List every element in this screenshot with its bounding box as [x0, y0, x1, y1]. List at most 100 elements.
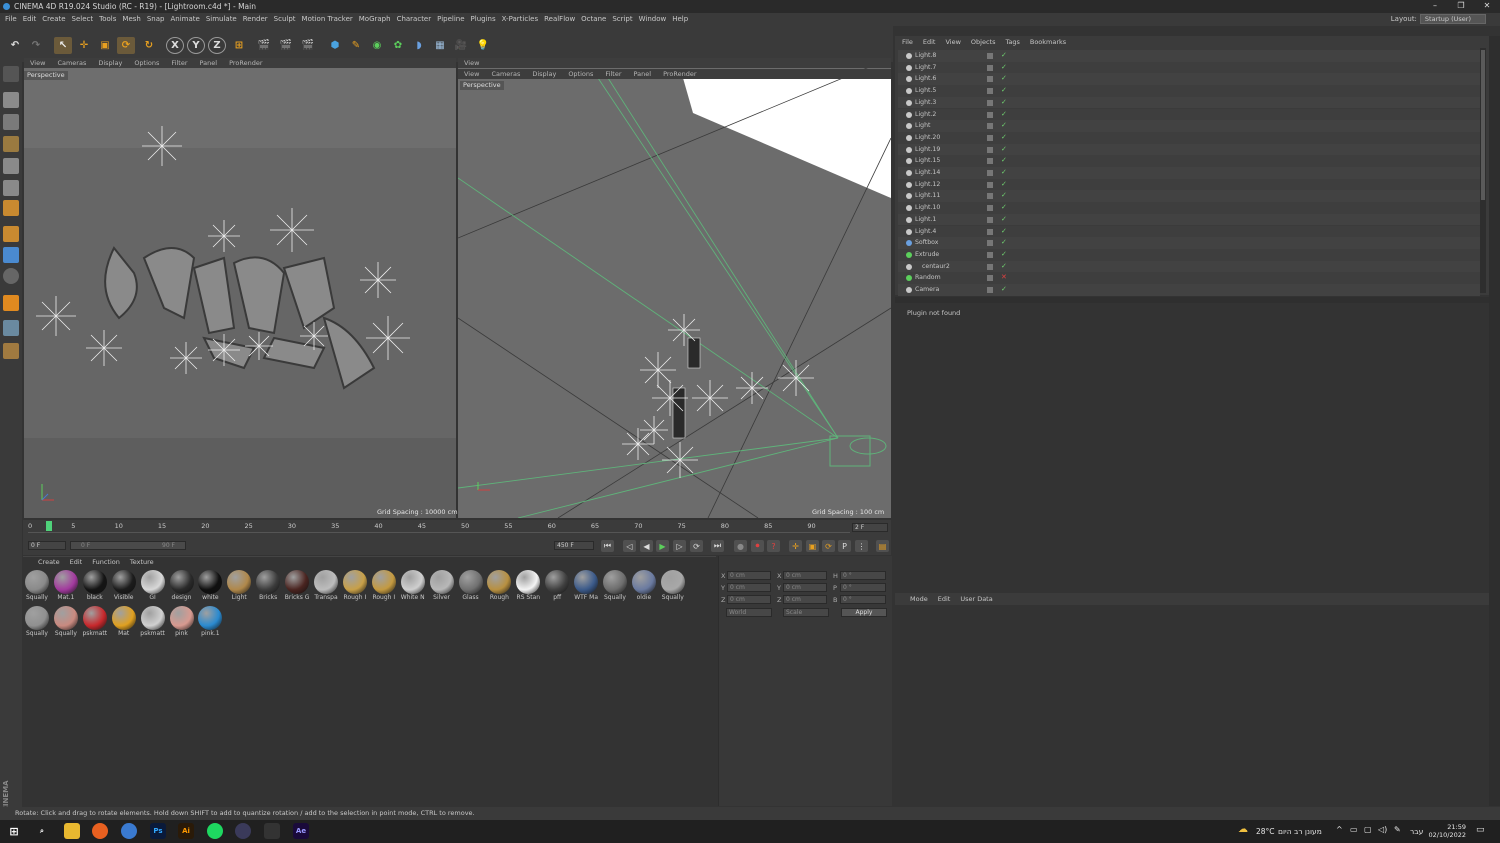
object-row[interactable]: Light.14 ✓	[898, 167, 1480, 179]
right-viewport-menu-display[interactable]: Display	[526, 69, 562, 79]
array-icon[interactable]: ✿	[389, 37, 407, 54]
material-swatch[interactable]: Light	[226, 570, 252, 602]
left-viewport-menu-options[interactable]: Options	[128, 58, 165, 68]
material-swatch[interactable]: white	[197, 570, 223, 602]
object-row[interactable]: Light.12 ✓	[898, 178, 1480, 191]
layer-visibility-icon[interactable]	[987, 158, 993, 165]
menu-file[interactable]: File	[4, 13, 22, 26]
material-swatch[interactable]: pink.1	[197, 606, 223, 638]
menu-sculpt[interactable]: Sculpt	[273, 13, 301, 26]
object-menu-edit[interactable]: Edit	[918, 37, 941, 47]
next-key-icon[interactable]: ⟳	[690, 540, 703, 552]
viewport-perspective-left[interactable]	[24, 58, 456, 518]
start-frame-field[interactable]: 0 F	[28, 541, 66, 550]
recent-tool-icon[interactable]: ↻	[140, 37, 158, 54]
object-row[interactable]: Light.19 ✓	[898, 143, 1480, 156]
points-mode-icon[interactable]	[3, 158, 19, 174]
enabled-check-icon[interactable]: ✓	[1001, 202, 1007, 213]
object-row[interactable]: Light.7 ✓	[898, 61, 1480, 74]
after-effects-icon[interactable]: Ae	[293, 823, 309, 839]
disabled-cross-icon[interactable]: ✕	[1001, 272, 1007, 283]
object-row[interactable]: Light ✓	[898, 120, 1480, 132]
rotation-b-field[interactable]: 0 °	[840, 595, 886, 604]
attribute-menu-edit[interactable]: Edit	[933, 593, 956, 605]
object-row[interactable]: Light.15 ✓	[898, 155, 1480, 167]
autokey-icon[interactable]: ⏺	[751, 540, 764, 552]
go-to-start-icon[interactable]: ⏮	[601, 540, 614, 552]
material-swatch[interactable]: Rough	[486, 570, 512, 602]
layer-visibility-icon[interactable]	[987, 240, 993, 247]
material-swatch[interactable]: Transpa	[313, 570, 339, 602]
layer-visibility-icon[interactable]	[987, 263, 993, 270]
enable-axis-icon[interactable]	[3, 295, 19, 311]
object-row[interactable]: Softbox ✓	[898, 237, 1480, 249]
playhead-marker[interactable]	[46, 521, 52, 531]
material-menu-function[interactable]: Function	[87, 557, 125, 567]
rotation-p-field[interactable]: 0 °	[840, 583, 886, 592]
material-menu-edit[interactable]: Edit	[65, 557, 88, 567]
cube-icon[interactable]: ⬢	[326, 37, 344, 54]
layer-visibility-icon[interactable]	[987, 64, 993, 71]
position-key-icon[interactable]: ✛	[789, 540, 802, 552]
layer-visibility-icon[interactable]	[987, 88, 993, 95]
layer-visibility-icon[interactable]	[987, 134, 993, 141]
menu-tools[interactable]: Tools	[98, 13, 121, 26]
object-row[interactable]: centaur2 ✓	[898, 260, 1480, 273]
render-settings-icon[interactable]: 🎬	[299, 37, 317, 54]
material-swatch[interactable]: Bricks	[255, 570, 281, 602]
enabled-check-icon[interactable]: ✓	[1001, 132, 1007, 143]
locked-workplane-icon[interactable]	[3, 343, 19, 359]
enabled-check-icon[interactable]: ✓	[1001, 97, 1007, 108]
material-swatch[interactable]: Glass	[458, 570, 484, 602]
previous-frame-icon[interactable]: ◀	[640, 540, 653, 552]
menu-snap[interactable]: Snap	[146, 13, 170, 26]
menu-realflow[interactable]: RealFlow	[543, 13, 580, 26]
object-row[interactable]: Light.1 ✓	[898, 213, 1480, 226]
material-swatch[interactable]: Visible	[111, 570, 137, 602]
enabled-check-icon[interactable]: ✓	[1001, 167, 1007, 178]
layer-visibility-icon[interactable]	[987, 216, 993, 223]
material-swatch[interactable]: WTF Ma	[573, 570, 599, 602]
size-x-field[interactable]: 0 cm	[783, 571, 827, 580]
menu-x-particles[interactable]: X-Particles	[501, 13, 543, 26]
app-taskbar-icon[interactable]	[264, 823, 280, 839]
object-menu-tags[interactable]: Tags	[1000, 37, 1024, 47]
size-z-field[interactable]: 0 cm	[783, 595, 827, 604]
menu-create[interactable]: Create	[41, 13, 70, 26]
menu-animate[interactable]: Animate	[169, 13, 204, 26]
layer-visibility-icon[interactable]	[987, 251, 993, 258]
taskbar-clock[interactable]: 21:59 02/10/2022	[1429, 823, 1466, 839]
axis-mode-icon[interactable]	[3, 226, 19, 242]
material-swatch[interactable]: Rough I	[371, 570, 397, 602]
workplane-icon[interactable]	[3, 136, 19, 152]
quantize-icon[interactable]	[3, 320, 19, 336]
layer-visibility-icon[interactable]	[987, 228, 993, 235]
render-picture-viewer-icon[interactable]: 🎬	[277, 37, 295, 54]
spotify-icon[interactable]	[207, 823, 223, 839]
edges-mode-icon[interactable]	[3, 180, 19, 196]
previous-key-icon[interactable]: ◁	[623, 540, 636, 552]
firefox-icon[interactable]	[92, 823, 108, 839]
file-explorer-icon[interactable]	[64, 823, 80, 839]
polygons-mode-icon[interactable]	[3, 200, 19, 216]
enabled-check-icon[interactable]: ✓	[1001, 237, 1007, 248]
weather-icon[interactable]: ☁	[1238, 824, 1252, 836]
right-viewport-menu-panel[interactable]: Panel	[628, 69, 658, 79]
floor-icon[interactable]: ▦	[431, 37, 449, 54]
search-icon[interactable]: ⌕	[34, 823, 50, 839]
object-row[interactable]: Light.10 ✓	[898, 202, 1480, 214]
enabled-check-icon[interactable]: ✓	[1001, 155, 1007, 166]
tray-chevron-icon[interactable]: ^	[1336, 825, 1343, 834]
object-row[interactable]: Camera ✓	[898, 284, 1480, 296]
menu-script[interactable]: Script	[611, 13, 637, 26]
material-swatch[interactable]: pink	[169, 606, 195, 638]
layer-visibility-icon[interactable]	[987, 275, 993, 282]
object-row[interactable]: Light.8 ✓	[898, 50, 1480, 62]
layer-visibility-icon[interactable]	[987, 123, 993, 130]
chrome-icon[interactable]	[121, 823, 137, 839]
object-row[interactable]: Light.20 ✓	[898, 131, 1480, 144]
object-row[interactable]: Light.4 ✓	[898, 225, 1480, 238]
material-swatch[interactable]: White N	[400, 570, 426, 602]
enabled-check-icon[interactable]: ✓	[1001, 120, 1007, 131]
light-icon[interactable]: 💡	[474, 37, 492, 54]
